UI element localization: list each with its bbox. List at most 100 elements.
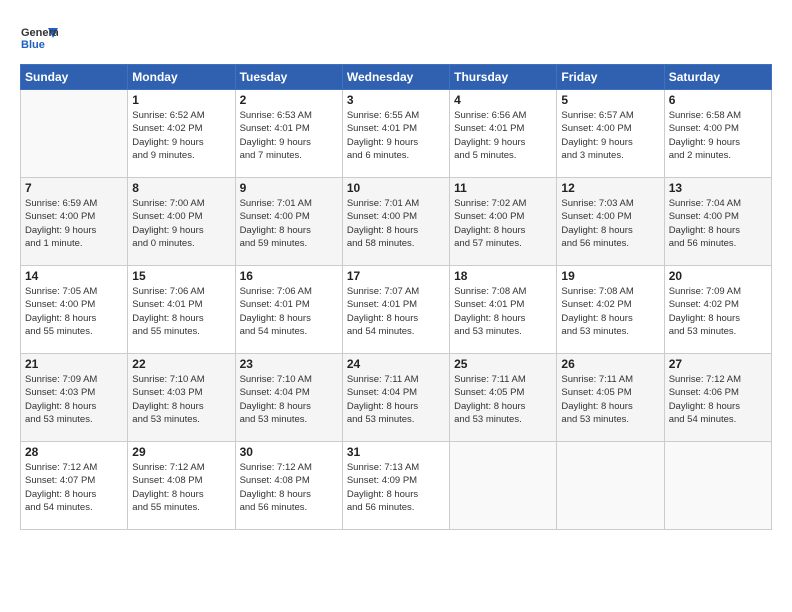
calendar-cell: 31Sunrise: 7:13 AM Sunset: 4:09 PM Dayli…	[342, 442, 449, 530]
day-info: Sunrise: 7:12 AM Sunset: 4:07 PM Dayligh…	[25, 461, 123, 514]
calendar-week-row: 14 Sunrise: 7:05 AM Sunset: 4:00 PM Dayli…	[21, 266, 772, 354]
calendar-cell	[557, 442, 664, 530]
day-info: Sunrise: 7:06 AM Sunset: 4:01 PM Dayligh…	[240, 285, 338, 338]
day-info: Sunrise: 7:07 AM Sunset: 4:01 PM Dayligh…	[347, 285, 445, 338]
calendar-cell: 12 Sunrise: 7:03 AM Sunset: 4:00 PM Dayli…	[557, 178, 664, 266]
day-info: Sunrise: 6:57 AM Sunset: 4:00 PM Dayligh…	[561, 109, 659, 162]
day-number: 30	[240, 445, 338, 459]
day-number: 26	[561, 357, 659, 371]
calendar-week-row: 21 Sunrise: 7:09 AM Sunset: 4:03 PM Dayli…	[21, 354, 772, 442]
page: General Blue SundayMondayTuesdayWednesda…	[0, 0, 792, 612]
day-info: Sunrise: 7:12 AM Sunset: 4:08 PM Dayligh…	[240, 461, 338, 514]
day-info: Sunrise: 6:58 AM Sunset: 4:00 PM Dayligh…	[669, 109, 767, 162]
calendar-cell: 10 Sunrise: 7:01 AM Sunset: 4:00 PM Dayli…	[342, 178, 449, 266]
day-info: Sunrise: 7:08 AM Sunset: 4:02 PM Dayligh…	[561, 285, 659, 338]
day-number: 4	[454, 93, 552, 107]
day-info: Sunrise: 7:06 AM Sunset: 4:01 PM Dayligh…	[132, 285, 230, 338]
day-info: Sunrise: 7:12 AM Sunset: 4:08 PM Dayligh…	[132, 461, 230, 514]
day-number: 11	[454, 181, 552, 195]
day-info: Sunrise: 7:01 AM Sunset: 4:00 PM Dayligh…	[347, 197, 445, 250]
day-info: Sunrise: 7:09 AM Sunset: 4:02 PM Dayligh…	[669, 285, 767, 338]
day-info: Sunrise: 7:00 AM Sunset: 4:00 PM Dayligh…	[132, 197, 230, 250]
day-info: Sunrise: 6:53 AM Sunset: 4:01 PM Dayligh…	[240, 109, 338, 162]
calendar-cell: 21 Sunrise: 7:09 AM Sunset: 4:03 PM Dayli…	[21, 354, 128, 442]
day-of-week-header: Friday	[557, 65, 664, 90]
day-info: Sunrise: 7:02 AM Sunset: 4:00 PM Dayligh…	[454, 197, 552, 250]
day-number: 23	[240, 357, 338, 371]
header: General Blue	[20, 18, 772, 56]
day-info: Sunrise: 7:10 AM Sunset: 4:04 PM Dayligh…	[240, 373, 338, 426]
day-info: Sunrise: 7:13 AM Sunset: 4:09 PM Dayligh…	[347, 461, 445, 514]
day-number: 6	[669, 93, 767, 107]
logo-icon: General Blue	[20, 18, 58, 56]
day-info: Sunrise: 7:12 AM Sunset: 4:06 PM Dayligh…	[669, 373, 767, 426]
day-of-week-header: Thursday	[450, 65, 557, 90]
day-number: 21	[25, 357, 123, 371]
day-info: Sunrise: 6:56 AM Sunset: 4:01 PM Dayligh…	[454, 109, 552, 162]
day-of-week-header: Saturday	[664, 65, 771, 90]
day-info: Sunrise: 7:08 AM Sunset: 4:01 PM Dayligh…	[454, 285, 552, 338]
day-number: 16	[240, 269, 338, 283]
day-info: Sunrise: 7:03 AM Sunset: 4:00 PM Dayligh…	[561, 197, 659, 250]
day-number: 24	[347, 357, 445, 371]
calendar-cell: 20 Sunrise: 7:09 AM Sunset: 4:02 PM Dayli…	[664, 266, 771, 354]
calendar-cell: 22 Sunrise: 7:10 AM Sunset: 4:03 PM Dayli…	[128, 354, 235, 442]
calendar-week-row: 7 Sunrise: 6:59 AM Sunset: 4:00 PM Daylig…	[21, 178, 772, 266]
day-number: 28	[25, 445, 123, 459]
calendar-cell: 15Sunrise: 7:06 AM Sunset: 4:01 PM Dayli…	[128, 266, 235, 354]
day-info: Sunrise: 7:10 AM Sunset: 4:03 PM Dayligh…	[132, 373, 230, 426]
svg-text:Blue: Blue	[21, 39, 45, 51]
calendar-cell: 18 Sunrise: 7:08 AM Sunset: 4:01 PM Dayli…	[450, 266, 557, 354]
day-number: 10	[347, 181, 445, 195]
day-info: Sunrise: 6:55 AM Sunset: 4:01 PM Dayligh…	[347, 109, 445, 162]
day-number: 20	[669, 269, 767, 283]
calendar-cell: 27Sunrise: 7:12 AM Sunset: 4:06 PM Dayli…	[664, 354, 771, 442]
day-info: Sunrise: 7:05 AM Sunset: 4:00 PM Dayligh…	[25, 285, 123, 338]
calendar-cell: 14 Sunrise: 7:05 AM Sunset: 4:00 PM Dayli…	[21, 266, 128, 354]
calendar-cell: 16 Sunrise: 7:06 AM Sunset: 4:01 PM Dayli…	[235, 266, 342, 354]
day-number: 7	[25, 181, 123, 195]
day-info: Sunrise: 7:01 AM Sunset: 4:00 PM Dayligh…	[240, 197, 338, 250]
day-number: 8	[132, 181, 230, 195]
calendar-cell	[21, 90, 128, 178]
logo: General Blue	[20, 18, 58, 56]
day-info: Sunrise: 7:11 AM Sunset: 4:04 PM Dayligh…	[347, 373, 445, 426]
calendar-cell: 13Sunrise: 7:04 AM Sunset: 4:00 PM Dayli…	[664, 178, 771, 266]
calendar-cell: 3Sunrise: 6:55 AM Sunset: 4:01 PM Daylig…	[342, 90, 449, 178]
day-of-week-header: Sunday	[21, 65, 128, 90]
day-number: 14	[25, 269, 123, 283]
calendar-cell	[450, 442, 557, 530]
day-info: Sunrise: 7:11 AM Sunset: 4:05 PM Dayligh…	[454, 373, 552, 426]
day-of-week-header: Monday	[128, 65, 235, 90]
calendar-cell	[664, 442, 771, 530]
day-header-row: SundayMondayTuesdayWednesdayThursdayFrid…	[21, 65, 772, 90]
calendar-cell: 29Sunrise: 7:12 AM Sunset: 4:08 PM Dayli…	[128, 442, 235, 530]
calendar-cell: 17 Sunrise: 7:07 AM Sunset: 4:01 PM Dayli…	[342, 266, 449, 354]
calendar-cell: 28 Sunrise: 7:12 AM Sunset: 4:07 PM Dayli…	[21, 442, 128, 530]
day-number: 18	[454, 269, 552, 283]
calendar-cell: 2 Sunrise: 6:53 AM Sunset: 4:01 PM Daylig…	[235, 90, 342, 178]
calendar-cell: 23 Sunrise: 7:10 AM Sunset: 4:04 PM Dayli…	[235, 354, 342, 442]
day-number: 22	[132, 357, 230, 371]
day-number: 13	[669, 181, 767, 195]
day-number: 9	[240, 181, 338, 195]
day-number: 2	[240, 93, 338, 107]
calendar-cell: 26Sunrise: 7:11 AM Sunset: 4:05 PM Dayli…	[557, 354, 664, 442]
day-number: 1	[132, 93, 230, 107]
day-of-week-header: Tuesday	[235, 65, 342, 90]
day-info: Sunrise: 7:09 AM Sunset: 4:03 PM Dayligh…	[25, 373, 123, 426]
day-number: 17	[347, 269, 445, 283]
day-info: Sunrise: 6:59 AM Sunset: 4:00 PM Dayligh…	[25, 197, 123, 250]
calendar-cell: 9 Sunrise: 7:01 AM Sunset: 4:00 PM Daylig…	[235, 178, 342, 266]
day-number: 19	[561, 269, 659, 283]
calendar-cell: 4 Sunrise: 6:56 AM Sunset: 4:01 PM Daylig…	[450, 90, 557, 178]
calendar-cell: 5Sunrise: 6:57 AM Sunset: 4:00 PM Daylig…	[557, 90, 664, 178]
calendar-table: SundayMondayTuesdayWednesdayThursdayFrid…	[20, 64, 772, 530]
day-number: 12	[561, 181, 659, 195]
day-info: Sunrise: 6:52 AM Sunset: 4:02 PM Dayligh…	[132, 109, 230, 162]
calendar-cell: 19 Sunrise: 7:08 AM Sunset: 4:02 PM Dayli…	[557, 266, 664, 354]
calendar-cell: 25Sunrise: 7:11 AM Sunset: 4:05 PM Dayli…	[450, 354, 557, 442]
day-of-week-header: Wednesday	[342, 65, 449, 90]
calendar-week-row: 28 Sunrise: 7:12 AM Sunset: 4:07 PM Dayli…	[21, 442, 772, 530]
calendar-cell: 1 Sunrise: 6:52 AM Sunset: 4:02 PM Daylig…	[128, 90, 235, 178]
